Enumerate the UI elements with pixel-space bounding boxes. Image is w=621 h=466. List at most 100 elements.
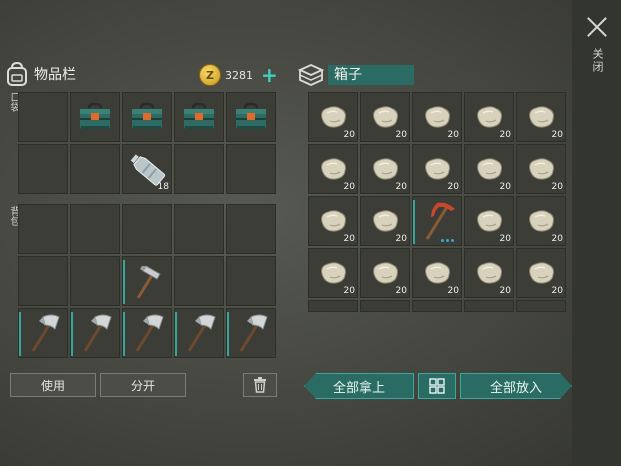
container-title[interactable]: 箱子 <box>328 65 414 85</box>
add-coins-button[interactable]: + <box>261 65 278 85</box>
item-count: 20 <box>551 286 563 296</box>
use-button[interactable]: 使用 <box>10 373 96 397</box>
item-count: 20 <box>343 286 355 296</box>
backpack-slot[interactable] <box>18 308 68 358</box>
hammer-icon <box>122 256 172 306</box>
pocket-slot[interactable]: 18 <box>122 144 172 194</box>
backpack-slot[interactable] <box>70 308 120 358</box>
inventory-header: 物品栏 <box>6 62 76 86</box>
container-slot[interactable] <box>516 300 566 312</box>
container-slot[interactable]: 20 <box>360 144 410 194</box>
item-count: 20 <box>551 130 563 140</box>
item-count: 20 <box>499 234 511 244</box>
backpack-slot[interactable] <box>122 308 172 358</box>
item-count: 20 <box>395 234 407 244</box>
backpack-slot[interactable] <box>226 204 276 254</box>
container-slot[interactable]: 20 <box>360 248 410 298</box>
grid-sort-icon <box>429 378 445 394</box>
container-slot[interactable] <box>360 300 410 312</box>
toolbox-icon <box>174 92 224 142</box>
container-slot[interactable]: 20 <box>412 92 462 142</box>
container-slot[interactable]: 20 <box>308 196 358 246</box>
close-icon[interactable] <box>584 14 610 40</box>
coin-icon: Z <box>199 64 221 86</box>
item-count: 20 <box>499 182 511 192</box>
backpack-slot[interactable] <box>70 256 120 306</box>
container-slot[interactable]: 20 <box>516 248 566 298</box>
item-count: 20 <box>551 234 563 244</box>
inventory-title: 物品栏 <box>34 67 76 83</box>
item-count: 20 <box>499 130 511 140</box>
split-button[interactable]: 分开 <box>100 373 186 397</box>
pocket-slot[interactable] <box>70 144 120 194</box>
backpack-slot[interactable] <box>70 204 120 254</box>
pocket-slot[interactable] <box>226 144 276 194</box>
pocket-slot[interactable] <box>70 92 120 142</box>
container-slot[interactable]: 20 <box>360 92 410 142</box>
pocket-slot[interactable] <box>18 144 68 194</box>
item-count: 20 <box>395 182 407 192</box>
backpack-slot[interactable] <box>18 204 68 254</box>
container-icon <box>298 63 324 87</box>
container-slot[interactable]: 20 <box>516 144 566 194</box>
backpack-slot[interactable] <box>122 204 172 254</box>
trash-icon <box>253 377 267 393</box>
container-grid: 20 20 20 20 20 20 20 20 20 20 20 20 20 20 20 20 20 20 20 <box>308 92 566 312</box>
container-header: 箱子 <box>298 63 414 87</box>
toolbox-icon <box>70 92 120 142</box>
container-slot[interactable] <box>308 300 358 312</box>
pocket-slot[interactable] <box>226 92 276 142</box>
item-count: 20 <box>395 130 407 140</box>
item-count: 20 <box>551 182 563 192</box>
container-slot[interactable]: 20 <box>360 196 410 246</box>
pocket-slot[interactable] <box>18 92 68 142</box>
backpack-slot[interactable] <box>122 256 172 306</box>
item-count: 20 <box>447 286 459 296</box>
item-count: 20 <box>447 182 459 192</box>
item-count: 20 <box>343 234 355 244</box>
container-slot[interactable]: 20 <box>412 144 462 194</box>
backpack-slot[interactable] <box>18 256 68 306</box>
backpack-icon <box>6 62 28 86</box>
hatchet-icon <box>18 308 68 358</box>
container-slot[interactable]: 20 <box>308 92 358 142</box>
container-slot[interactable]: 20 <box>464 196 514 246</box>
item-count: 20 <box>343 130 355 140</box>
pocket-slot[interactable] <box>174 92 224 142</box>
container-slot[interactable]: 20 <box>412 248 462 298</box>
container-slot[interactable] <box>412 300 462 312</box>
container-slot[interactable] <box>464 300 514 312</box>
put-all-button[interactable]: 全部放入 <box>460 373 572 399</box>
coin-count: 3281 <box>225 68 253 82</box>
durability-dots <box>441 239 454 242</box>
backpack-slot[interactable] <box>226 256 276 306</box>
toolbox-icon <box>226 92 276 142</box>
hatchet-icon <box>226 308 276 358</box>
container-slot[interactable]: 20 <box>308 144 358 194</box>
pocket-slot[interactable] <box>174 144 224 194</box>
toolbox-icon <box>122 92 172 142</box>
hatchet-icon <box>70 308 120 358</box>
close-label[interactable]: 关闭 <box>589 48 605 74</box>
container-slot[interactable] <box>412 196 462 246</box>
container-slot[interactable]: 20 <box>308 248 358 298</box>
trash-button[interactable] <box>243 373 277 397</box>
pocket-slot[interactable] <box>122 92 172 142</box>
take-all-button[interactable]: 全部拿上 <box>304 373 414 399</box>
backpack-slot[interactable] <box>226 308 276 358</box>
item-count: 18 <box>157 182 169 192</box>
container-slot[interactable]: 20 <box>464 144 514 194</box>
pocket-grid: 18 <box>18 92 276 194</box>
backpack-slot[interactable] <box>174 204 224 254</box>
hatchet-icon <box>122 308 172 358</box>
container-slot[interactable]: 20 <box>516 92 566 142</box>
container-slot[interactable]: 20 <box>516 196 566 246</box>
backpack-slot[interactable] <box>174 256 224 306</box>
container-slot[interactable]: 20 <box>464 248 514 298</box>
item-count: 20 <box>395 286 407 296</box>
container-slot[interactable]: 20 <box>464 92 514 142</box>
coin-display: Z 3281 + <box>199 64 278 86</box>
sort-button[interactable] <box>418 373 456 399</box>
backpack-grid <box>18 204 276 358</box>
backpack-slot[interactable] <box>174 308 224 358</box>
